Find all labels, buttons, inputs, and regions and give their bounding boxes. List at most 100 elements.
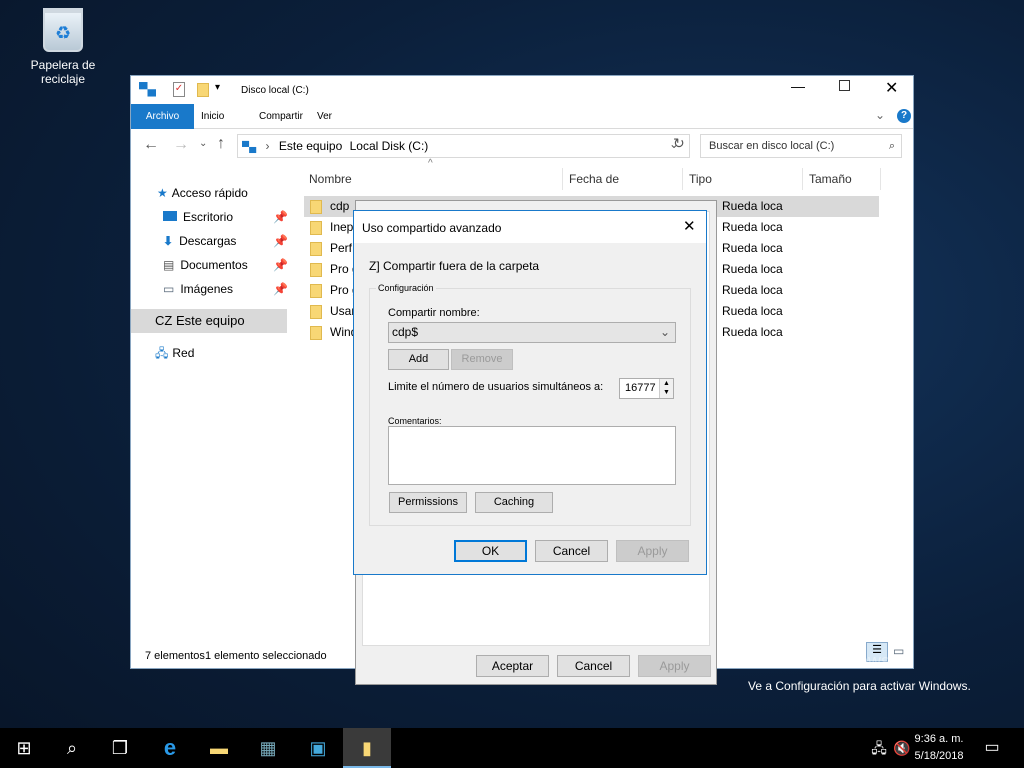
caching-button[interactable]: Caching	[475, 492, 553, 513]
refresh-icon[interactable]: ↻	[673, 135, 685, 152]
comments-textarea[interactable]	[388, 426, 676, 485]
nav-label: Documentos	[180, 258, 248, 272]
status-bar: 7 elementos1 elemento seleccionado	[145, 650, 327, 662]
properties-apply-button[interactable]: Apply	[638, 655, 711, 677]
status-selected: 1 elemento seleccionado	[204, 650, 327, 662]
activation-watermark-text: Ve a Configuración para activar Windows.	[748, 679, 971, 693]
file-type: Rueda loca	[722, 262, 783, 276]
ok-button[interactable]: OK	[454, 540, 527, 562]
search-input[interactable]: Buscar en disco local (C:) ⌕	[700, 134, 902, 158]
file-type: Rueda loca	[722, 241, 783, 255]
task-view-button[interactable]: ❐	[96, 728, 144, 768]
share-name-value: cdp$	[392, 325, 419, 339]
server-manager-icon[interactable]: ▦	[244, 728, 292, 768]
nav-label: Acceso rápido	[171, 186, 248, 200]
pin-icon: 📌	[273, 282, 288, 296]
folder-icon	[310, 283, 322, 298]
folder-app-icon[interactable]: ▮	[343, 728, 391, 768]
search-icon: ⌕	[888, 140, 895, 152]
pin-icon: 📌	[273, 258, 288, 272]
breadcrumb-path[interactable]: Local Disk (C:)	[350, 139, 429, 153]
aceptar-button[interactable]: Aceptar	[476, 655, 549, 677]
recycle-bin[interactable]: ♻ Papelera de reciclaje	[8, 8, 118, 86]
search-button[interactable]: ⌕	[48, 728, 96, 768]
file-type: Rueda loca	[722, 220, 783, 234]
clock[interactable]: 9:36 a. m. 5/18/2018	[906, 731, 972, 765]
column-tipo[interactable]: Tipo	[683, 168, 803, 190]
pin-icon: 📌	[273, 234, 288, 248]
chevron-down-icon: ⌄	[659, 325, 670, 339]
action-center-icon[interactable]: ▭	[968, 728, 1016, 768]
minimize-button[interactable]: —	[791, 78, 805, 94]
pictures-icon: ▭	[163, 282, 175, 296]
help-icon[interactable]: ?	[897, 109, 911, 123]
back-button[interactable]: ←	[143, 136, 159, 154]
file-type: Rueda loca	[722, 325, 783, 339]
nav-label: Escritorio	[183, 210, 234, 224]
close-button[interactable]: ✕	[885, 78, 898, 98]
activation-watermark-title: Activate Windows	[748, 651, 891, 671]
tab-ver[interactable]: Ver	[307, 104, 342, 129]
nav-label: Imágenes	[180, 282, 234, 296]
download-icon: ⬇	[163, 234, 174, 248]
recent-dropdown[interactable]: ⌄	[199, 138, 207, 149]
breadcrumb-root[interactable]: Este equipo	[279, 139, 342, 153]
remove-button[interactable]: Remove	[451, 349, 513, 370]
forward-button[interactable]: →	[173, 136, 189, 154]
address-bar[interactable]: ▀▄ › Este equipo Local Disk (C:)	[237, 134, 690, 158]
column-tamano[interactable]: Tamaño	[803, 168, 881, 190]
column-nombre[interactable]: Nombre	[303, 168, 563, 190]
tab-compartir[interactable]: Compartir	[249, 104, 313, 129]
apply-button[interactable]: Apply	[616, 540, 689, 562]
nav-network[interactable]: 🖧 Red	[131, 341, 287, 365]
share-name-label: Compartir nombre:	[388, 307, 480, 319]
expand-ribbon-icon[interactable]: ⌄	[875, 108, 885, 122]
pin-icon: 📌	[273, 210, 288, 224]
tab-inicio[interactable]: Inicio	[191, 104, 234, 129]
file-type: Rueda loca	[722, 199, 783, 213]
cancel-button[interactable]: Cancel	[535, 540, 608, 562]
folder-icon	[310, 199, 322, 214]
search-placeholder: Buscar en disco local (C:)	[709, 140, 835, 152]
comments-label: Comentarios:	[388, 416, 442, 426]
folder-icon	[310, 325, 322, 340]
group-label: Configuración	[376, 283, 436, 293]
status-count: 7 elementos	[145, 650, 205, 662]
nav-descargas[interactable]: ⬇ Descargas 📌	[131, 229, 288, 253]
internet-explorer-icon[interactable]: e	[146, 728, 194, 768]
properties-cancel-button[interactable]: Cancel	[557, 655, 630, 677]
add-button[interactable]: Add	[388, 349, 449, 370]
nav-documentos[interactable]: ▤ Documentos 📌	[131, 253, 288, 277]
nav-escritorio[interactable]: Escritorio 📌	[131, 205, 288, 229]
document-icon: ▤	[163, 258, 175, 272]
recycle-bin-label: Papelera de reciclaje	[30, 58, 96, 86]
nav-imagenes[interactable]: ▭ Imágenes 📌	[131, 277, 288, 301]
spinner-arrows-icon[interactable]: ▲ ▼	[659, 379, 673, 398]
large-icons-view-button[interactable]: ▭	[893, 644, 904, 658]
start-button[interactable]: ⊞	[0, 728, 48, 768]
share-folder-checkbox[interactable]: Z] Compartir fuera de la carpeta	[369, 259, 539, 273]
clock-date: 5/18/2018	[914, 750, 964, 762]
chevron-right-icon: ›	[265, 139, 270, 153]
share-name-select[interactable]: cdp$ ⌄	[388, 322, 676, 343]
advanced-sharing-dialog: Uso compartido avanzado ✕ Z] Compartir f…	[353, 210, 707, 575]
maximize-button[interactable]	[839, 80, 850, 91]
new-folder-icon[interactable]	[197, 83, 209, 97]
column-fecha[interactable]: Fecha de modificación	[563, 168, 683, 208]
file-name: cdp	[330, 199, 350, 213]
file-explorer-icon[interactable]: ▬	[195, 728, 243, 768]
ribbon-tabs: Archivo Inicio Compartir Ver ⌄ ?	[131, 104, 913, 129]
dialog-title: Uso compartido avanzado	[362, 221, 502, 235]
user-limit-spinner[interactable]: 16777 ▲ ▼	[619, 378, 674, 399]
up-button[interactable]: ↑	[217, 135, 225, 153]
file-type: Rueda loca	[722, 304, 783, 318]
nav-quick-access[interactable]: ★ Acceso rápido	[131, 181, 287, 205]
control-panel-icon[interactable]: ▣	[294, 728, 342, 768]
nav-this-pc[interactable]: CZ Este equipo	[131, 309, 287, 333]
properties-icon[interactable]: ✓	[173, 82, 185, 97]
customize-dropdown-icon[interactable]: ▾	[215, 82, 220, 93]
file-type: Rueda loca	[722, 283, 783, 297]
tab-archivo[interactable]: Archivo	[131, 104, 194, 129]
permissions-button[interactable]: Permissions	[389, 492, 467, 513]
dialog-close-button[interactable]: ✕	[683, 217, 696, 235]
